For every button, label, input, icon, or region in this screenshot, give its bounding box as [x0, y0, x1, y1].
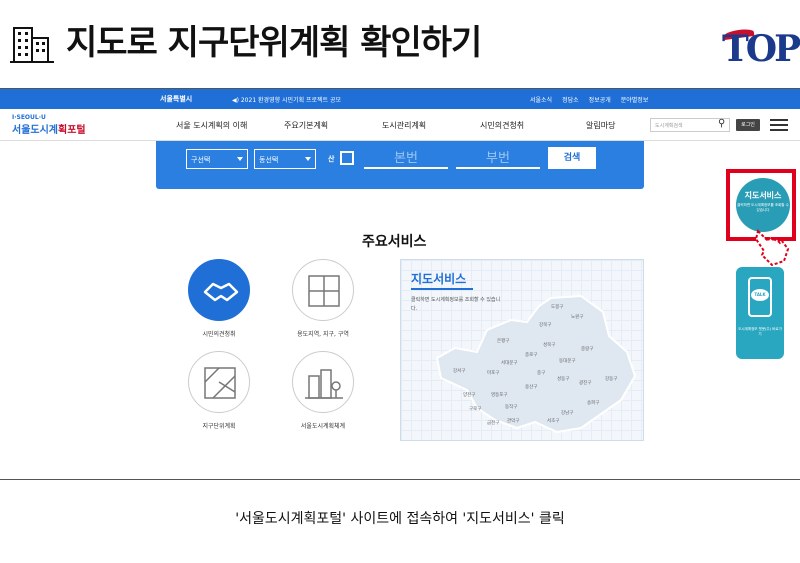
gu-select[interactable]: 구선택 — [186, 149, 248, 169]
map-service-card[interactable]: 지도서비스 클릭하면 도시계획정보를 조회할 수 있습니다. 도봉구 노원구 강… — [400, 259, 644, 441]
district-label: 성북구 — [543, 343, 556, 348]
map-plan-icon — [204, 367, 236, 399]
district-label: 동대문구 — [559, 359, 576, 364]
zoning-service[interactable] — [292, 259, 354, 321]
map-service-desc: 클릭하면 도시계획정보를 조회할 수 있습니다. — [411, 297, 501, 312]
hamburger-menu-icon[interactable] — [770, 119, 788, 131]
district-label: 용산구 — [525, 385, 538, 390]
brand-main: 서울도시계획포털 — [12, 125, 86, 136]
district-label: 영등포구 — [491, 393, 508, 398]
district-label: 서대문구 — [501, 361, 518, 366]
page-title: 지도로 지구단위계획 확인하기 — [66, 23, 482, 63]
utility-link[interactable]: 정담소 — [562, 95, 579, 104]
service-label: 서울도시계획체계 — [300, 423, 346, 430]
service-label: 용도지역, 지구, 구역 — [297, 331, 349, 338]
handshake-icon — [203, 282, 239, 302]
chevron-down-icon — [305, 157, 311, 161]
district-label: 도봉구 — [551, 305, 564, 310]
district-label: 강동구 — [605, 377, 618, 382]
slide-caption: '서울도시계획포털' 사이트에 접속하여 '지도서비스' 클릭 — [235, 511, 565, 527]
district-label: 강북구 — [539, 323, 552, 328]
site-brand[interactable]: I·SEOUL·U 서울도시계획포털 — [12, 114, 86, 136]
login-button[interactable]: 로그인 — [736, 119, 760, 131]
district-label: 동작구 — [505, 405, 518, 410]
widget-sub: 클릭하면 도시계획정보를 조회할 수 있습니다 — [737, 203, 789, 212]
citizen-opinion-service[interactable] — [188, 259, 250, 321]
district-label: 광진구 — [579, 381, 592, 386]
nav-item-notice[interactable]: 알림마당 — [586, 120, 615, 131]
top-logo: TOP — [722, 27, 800, 70]
district-label: 은평구 — [497, 339, 510, 344]
map-service-widget[interactable]: 지도서비스 클릭하면 도시계획정보를 조회할 수 있습니다 — [736, 178, 790, 232]
grid-map-icon — [308, 275, 340, 307]
district-label: 금천구 — [487, 421, 500, 426]
district-label: 종로구 — [525, 353, 538, 358]
map-service-title: 지도서비스 — [411, 272, 467, 286]
district-label: 노원구 — [571, 315, 584, 320]
bubeon-input[interactable]: 부번 — [456, 147, 540, 169]
district-label: 마포구 — [487, 371, 500, 376]
city-buildings-icon — [305, 369, 343, 399]
district-label: 서초구 — [547, 419, 560, 424]
notice-link[interactable]: ◀) 2021 환경영향 시민기획 프로젝트 공모 — [232, 95, 341, 104]
nav-item-citizen-opinion[interactable]: 시민의견청취 — [480, 120, 524, 131]
bonbeon-input[interactable]: 본번 — [364, 147, 448, 169]
district-label: 강남구 — [561, 411, 574, 416]
san-checkbox[interactable] — [340, 151, 354, 165]
search-icon[interactable]: ⚲ — [718, 118, 725, 129]
building-icon — [10, 27, 54, 63]
district-plan-service[interactable] — [188, 351, 250, 413]
brand-sub: I·SEOUL·U — [12, 114, 46, 121]
district-label: 송파구 — [587, 401, 600, 406]
utility-link[interactable]: 서울소식 — [530, 95, 552, 104]
seoul-city-link[interactable]: 서울특별시 — [160, 94, 192, 104]
planning-system-service[interactable] — [292, 351, 354, 413]
utility-link[interactable]: 분야별정보 — [621, 95, 649, 104]
pointing-hand-icon — [754, 229, 790, 267]
chevron-down-icon — [237, 157, 243, 161]
san-label: 산 — [328, 155, 335, 163]
service-label: 시민의견청취 — [202, 331, 236, 338]
chatbot-widget[interactable]: TALK 도시계획정보 챗봇(주) 바로가기 — [736, 267, 784, 359]
nav-item-management-plan[interactable]: 도시관리계획 — [382, 120, 426, 131]
talk-bubble: TALK — [751, 289, 769, 301]
utility-link[interactable]: 정보공개 — [589, 95, 611, 104]
district-label: 성동구 — [557, 377, 570, 382]
slide-header: 지도로 지구단위계획 확인하기 TOP — [0, 0, 800, 80]
widget-title: 지도서비스 — [744, 191, 782, 200]
search-button[interactable]: 검색 — [548, 147, 596, 169]
services-title: 주요서비스 — [362, 234, 427, 250]
district-label: 구로구 — [469, 407, 482, 412]
parcel-search-panel: 구선택 동선택 산 본번 부번 검색 — [156, 141, 644, 189]
utility-links: 서울소식 정담소 정보공개 분야별정보 — [530, 95, 648, 104]
nav-item-basic-plan[interactable]: 주요기본계획 — [284, 120, 328, 131]
district-label: 중랑구 — [581, 347, 594, 352]
district-label: 관악구 — [507, 419, 520, 424]
website-screenshot: 서울특별시 ◀) 2021 환경영향 시민기획 프로젝트 공모 서울소식 정담소… — [0, 88, 800, 480]
district-label: 중구 — [537, 371, 546, 376]
logo-text: TOP — [722, 28, 800, 70]
top-utility-bar: 서울특별시 ◀) 2021 환경영향 시민기획 프로젝트 공모 서울소식 정담소… — [0, 89, 800, 109]
nav-item-understanding[interactable]: 서울 도시계획의 이해 — [176, 120, 247, 131]
chatbot-label: 도시계획정보 챗봇(주) 바로가기 — [738, 327, 782, 336]
main-nav: I·SEOUL·U 서울도시계획포털 서울 도시계획의 이해 주요기본계획 도시… — [0, 109, 800, 141]
service-label: 지구단위계획 — [202, 423, 236, 430]
dong-select[interactable]: 동선택 — [254, 149, 316, 169]
district-label: 강서구 — [453, 369, 466, 374]
district-label: 양천구 — [463, 393, 476, 398]
